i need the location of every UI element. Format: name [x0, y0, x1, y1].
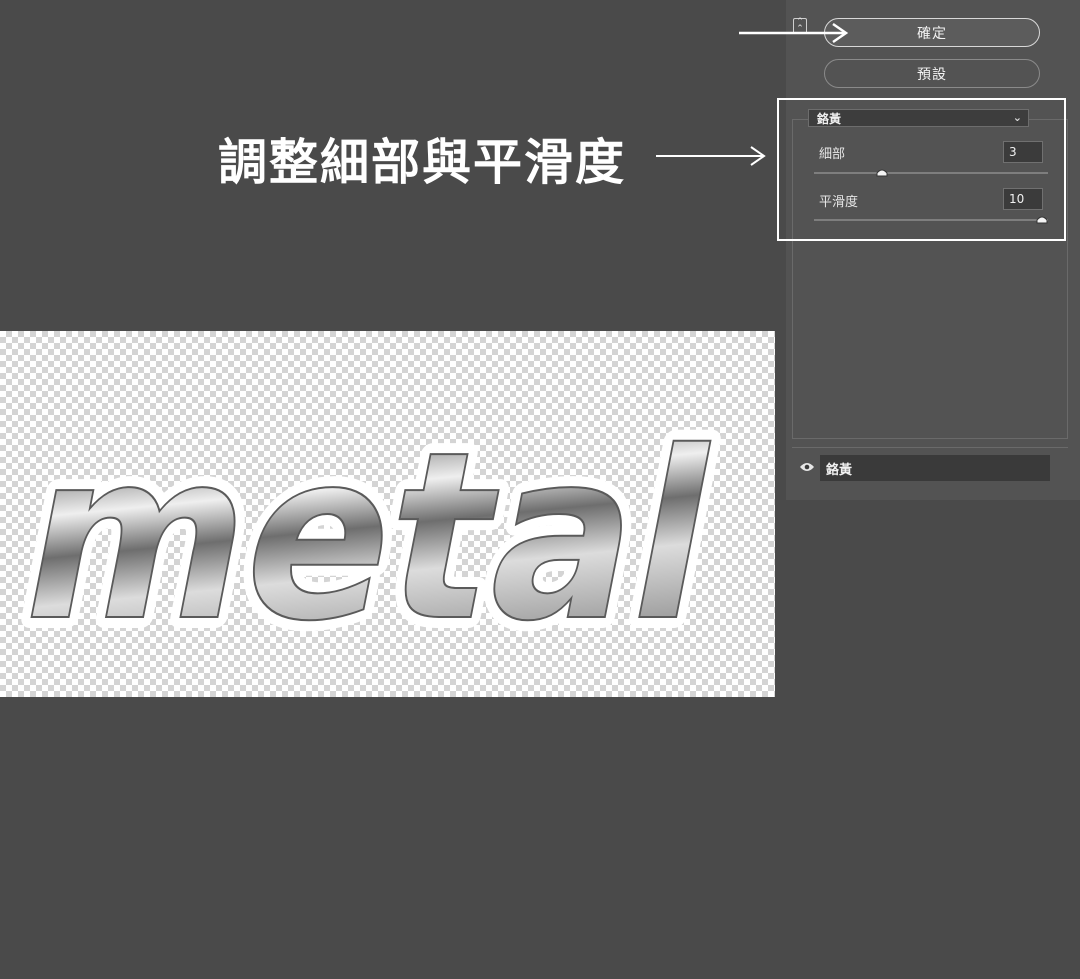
preset-button[interactable]: 預設: [824, 59, 1040, 88]
layer-row[interactable]: 鉻黃: [820, 455, 1050, 481]
annotation-text: 調整細部與平滑度: [218, 134, 627, 191]
metal-text-artwork: metal metal: [0, 392, 747, 683]
arrow-right-icon: [739, 22, 849, 44]
layer-name: 鉻黃: [826, 462, 853, 478]
metal-word: metal: [3, 403, 735, 672]
highlight-box: [777, 98, 1066, 241]
arrow-right-icon: [656, 146, 766, 166]
eye-icon[interactable]: [799, 461, 815, 473]
ok-button[interactable]: 確定: [824, 18, 1040, 47]
document-canvas[interactable]: metal metal: [0, 331, 775, 697]
